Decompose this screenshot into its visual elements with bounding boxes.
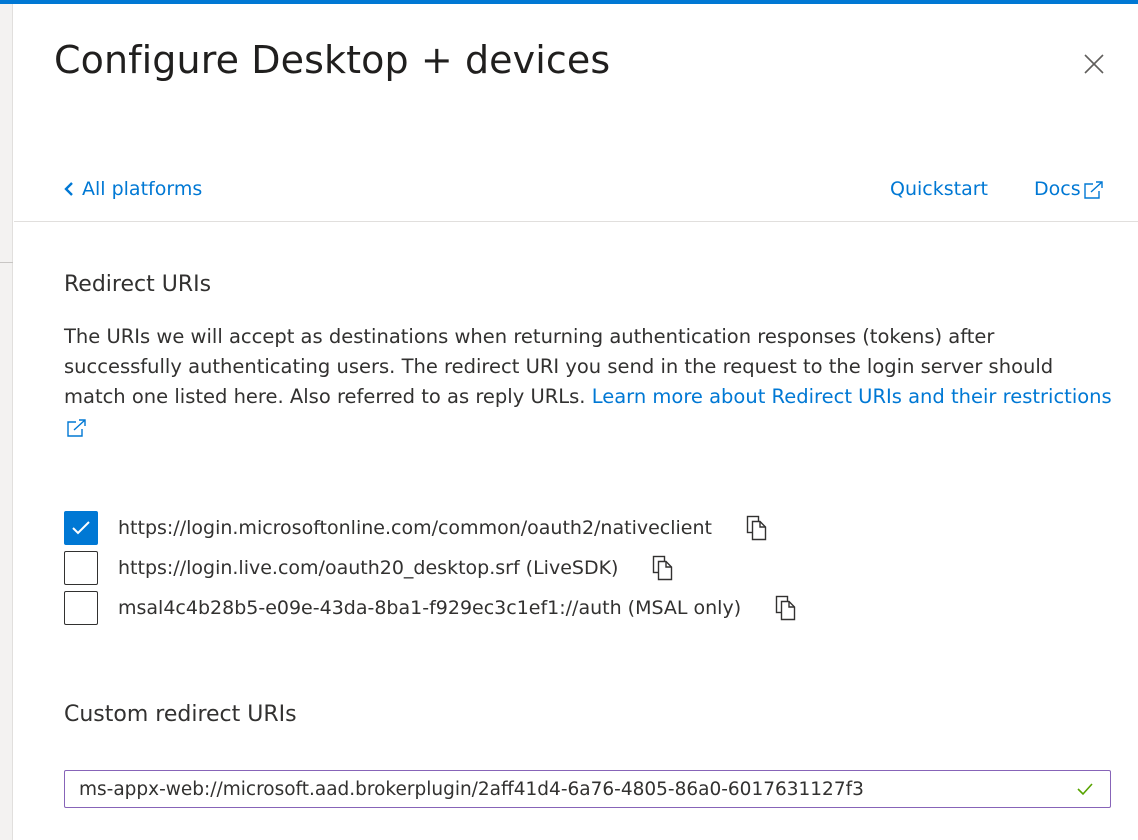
external-link-icon <box>67 418 86 437</box>
custom-redirect-uris-heading: Custom redirect URIs <box>64 702 297 727</box>
all-platforms-link[interactable]: All platforms <box>64 178 202 200</box>
docs-label: Docs <box>1034 178 1081 200</box>
uri-checkbox-livesdk[interactable] <box>64 551 98 585</box>
panel-nav: All platforms Quickstart Docs <box>14 164 1138 222</box>
chevron-left-icon <box>64 182 73 196</box>
custom-redirect-uri-input[interactable] <box>79 778 1074 800</box>
list-item: https://login.microsoftonline.com/common… <box>64 510 1064 546</box>
background-blade-edge <box>0 4 13 840</box>
uri-label: https://login.microsoftonline.com/common… <box>118 517 712 539</box>
checkmark-valid-icon <box>1077 783 1093 796</box>
copy-button[interactable] <box>744 514 770 542</box>
copy-icon <box>746 515 767 541</box>
copy-button[interactable] <box>773 594 799 622</box>
docs-link[interactable]: Docs <box>1034 178 1105 200</box>
copy-icon <box>653 555 673 581</box>
copy-icon <box>775 595 796 621</box>
redirect-uri-list: https://login.microsoftonline.com/common… <box>64 510 1064 630</box>
uri-label: https://login.live.com/oauth20_desktop.s… <box>118 557 619 579</box>
external-link-icon <box>1083 181 1103 199</box>
list-item: https://login.live.com/oauth20_desktop.s… <box>64 550 1064 586</box>
panel-title: Configure Desktop + devices <box>54 38 611 82</box>
learn-more-label: Learn more about Redirect URIs and their… <box>591 385 1112 408</box>
custom-redirect-uri-field <box>64 770 1111 808</box>
background-blade-divider <box>0 262 13 263</box>
uri-label: msal4c4b28b5-e09e-43da-8ba1-f929ec3c1ef1… <box>118 597 742 619</box>
redirect-uris-description: The URIs we will accept as destinations … <box>64 322 1114 442</box>
configure-panel: Configure Desktop + devices All platform… <box>14 4 1138 840</box>
list-item: msal4c4b28b5-e09e-43da-8ba1-f929ec3c1ef1… <box>64 590 1064 626</box>
uri-checkbox-nativeclient[interactable] <box>64 511 98 545</box>
redirect-uris-heading: Redirect URIs <box>64 272 212 297</box>
quickstart-link[interactable]: Quickstart <box>890 178 988 200</box>
checkmark-icon <box>72 521 90 535</box>
close-button[interactable] <box>1074 44 1114 84</box>
all-platforms-label: All platforms <box>82 178 203 200</box>
uri-checkbox-msal[interactable] <box>64 591 98 625</box>
copy-button[interactable] <box>650 554 676 582</box>
close-icon <box>1084 54 1104 74</box>
